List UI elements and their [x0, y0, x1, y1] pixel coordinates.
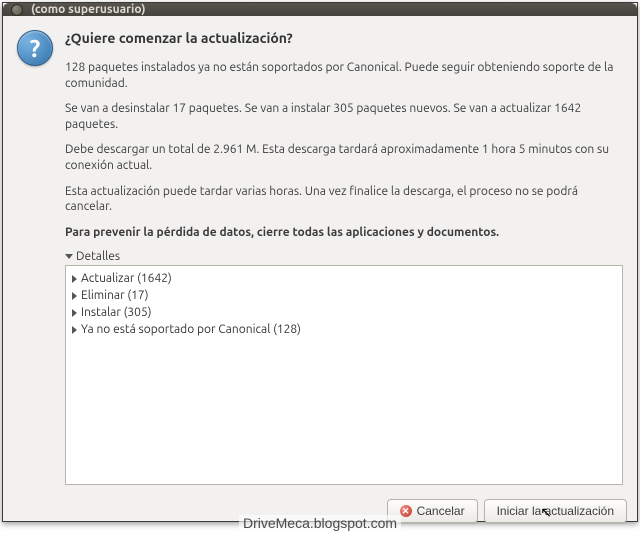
- start-label: Iniciar la actualización: [497, 504, 614, 518]
- watermark-text: DriveMeca.blogspot.com: [239, 515, 401, 531]
- tree-item-instalar[interactable]: Instalar (305): [72, 304, 616, 321]
- chevron-right-icon: [72, 326, 77, 334]
- details-toggle[interactable]: Detalles: [65, 250, 623, 263]
- chevron-down-icon: [65, 254, 73, 259]
- paragraph-unsupported: 128 paquetes instalados ya no están sopo…: [65, 60, 623, 91]
- paragraph-counts: Se van a desinstalar 17 paquetes. Se van…: [65, 101, 623, 132]
- cancel-icon: ✕: [400, 505, 412, 517]
- paragraph-download: Debe descargar un total de 2.961 M. Esta…: [65, 142, 623, 173]
- tree-item-actualizar[interactable]: Actualizar (1642): [72, 270, 616, 287]
- start-upgrade-button[interactable]: Iniciar la actualización: [484, 499, 627, 523]
- tree-item-label: Actualizar (1642): [81, 272, 172, 285]
- details-tree[interactable]: Actualizar (1642) Eliminar (17) Instalar…: [65, 265, 623, 485]
- window-title: (como superusuario): [31, 3, 145, 16]
- main-column: ¿Quiere comenzar la actualización? 128 p…: [65, 30, 623, 485]
- question-icon: ?: [17, 30, 53, 66]
- chevron-right-icon: [72, 309, 77, 317]
- tree-item-eliminar[interactable]: Eliminar (17): [72, 287, 616, 304]
- cancel-label: Cancelar: [417, 504, 465, 518]
- paragraph-warning: Para prevenir la pérdida de datos, cierr…: [65, 225, 623, 241]
- content-area: ? ¿Quiere comenzar la actualización? 128…: [3, 16, 637, 493]
- details-label: Detalles: [76, 250, 120, 263]
- tree-item-label: Ya no está soportado por Canonical (128): [81, 323, 301, 336]
- titlebar[interactable]: (como superusuario): [3, 3, 637, 16]
- tree-item-nosoportado[interactable]: Ya no está soportado por Canonical (128): [72, 321, 616, 338]
- question-glyph: ?: [30, 35, 41, 62]
- close-icon[interactable]: [11, 4, 23, 16]
- paragraph-duration: Esta actualización puede tardar varias h…: [65, 184, 623, 215]
- dialog-window: (como superusuario) ? ¿Quiere comenzar l…: [2, 2, 638, 522]
- dialog-heading: ¿Quiere comenzar la actualización?: [65, 30, 623, 46]
- tree-item-label: Eliminar (17): [81, 289, 148, 302]
- tree-item-label: Instalar (305): [81, 306, 152, 319]
- chevron-right-icon: [72, 275, 77, 283]
- chevron-right-icon: [72, 292, 77, 300]
- icon-column: ?: [17, 30, 53, 485]
